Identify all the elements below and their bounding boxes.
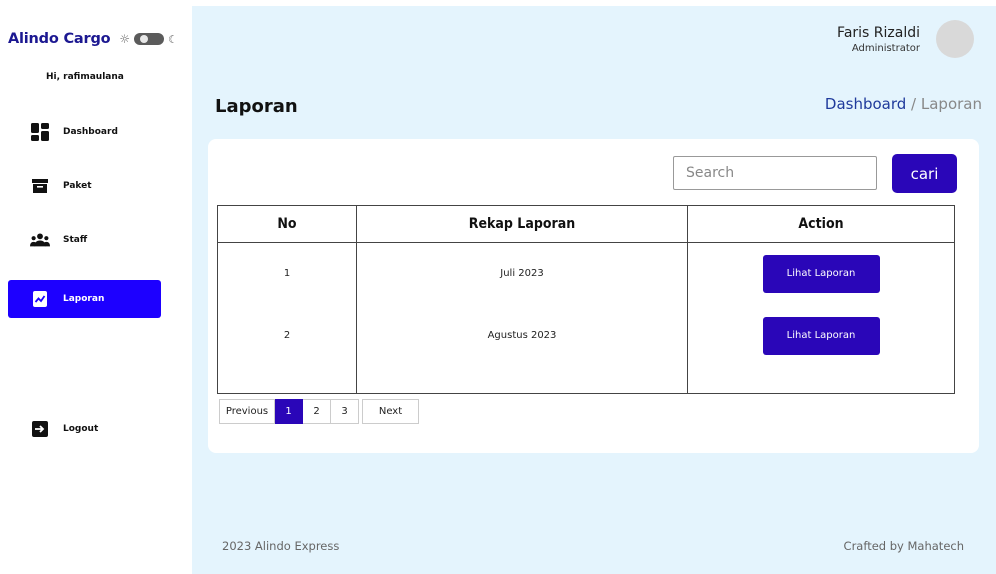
- sidebar-item-label: Dashboard: [63, 127, 118, 137]
- pagination-page-2[interactable]: 2: [303, 399, 331, 424]
- sidebar: Alindo Cargo ☼ ☾ Hi, rafimaulana Dashboa…: [0, 0, 192, 574]
- empty-cell: [217, 366, 357, 394]
- cell-action: Lihat Laporan: [687, 304, 955, 367]
- table-row: 2 Agustus 2023 Lihat Laporan: [217, 304, 955, 367]
- breadcrumb-current: Laporan: [920, 95, 982, 113]
- package-box-icon: [30, 176, 50, 196]
- sidebar-item-label: Laporan: [63, 294, 105, 304]
- moon-icon: ☾: [168, 32, 179, 46]
- sidebar-item-laporan[interactable]: Laporan: [8, 280, 161, 318]
- user-greeting: Hi, rafimaulana: [46, 72, 124, 82]
- pagination: Previous 1 2 3 Next: [219, 399, 419, 424]
- user-text: Faris Rizaldi Administrator: [837, 25, 920, 54]
- people-icon: [30, 230, 50, 250]
- sidebar-item-dashboard[interactable]: Dashboard: [8, 113, 161, 151]
- table-row: 1 Juli 2023 Lihat Laporan: [217, 242, 955, 305]
- cell-no: 2: [217, 304, 357, 367]
- sun-icon: ☼: [119, 32, 131, 46]
- column-header-no: No: [217, 205, 357, 243]
- sidebar-item-label: Staff: [63, 235, 88, 245]
- cell-no: 1: [217, 242, 357, 305]
- search-input[interactable]: [673, 156, 877, 190]
- report-card: cari No Rekap Laporan Action 1 Juli 2023…: [208, 139, 979, 453]
- report-chart-icon: [30, 289, 50, 309]
- theme-switch[interactable]: [134, 33, 165, 45]
- theme-toggle[interactable]: ☼ ☾: [119, 33, 178, 45]
- main-content: Faris Rizaldi Administrator Laporan Dash…: [192, 6, 996, 574]
- footer-credit: Crafted by Mahatech: [843, 539, 964, 553]
- cell-action: Lihat Laporan: [687, 242, 955, 305]
- switch-knob: [140, 35, 149, 43]
- empty-cell: [687, 366, 955, 394]
- logout-icon: [30, 419, 50, 439]
- view-report-button[interactable]: Lihat Laporan: [762, 254, 880, 293]
- avatar[interactable]: [936, 20, 974, 58]
- page-title: Laporan: [215, 96, 298, 117]
- pagination-page-3[interactable]: 3: [331, 399, 359, 424]
- table-header-row: No Rekap Laporan Action: [217, 205, 955, 243]
- user-profile[interactable]: Faris Rizaldi Administrator: [837, 20, 974, 58]
- column-header-rekap: Rekap Laporan: [356, 205, 688, 243]
- report-table: No Rekap Laporan Action 1 Juli 2023 Liha…: [217, 205, 955, 394]
- empty-cell: [356, 366, 688, 394]
- user-name: Faris Rizaldi: [837, 24, 920, 41]
- breadcrumb-separator: /: [906, 95, 921, 113]
- pagination-page-1[interactable]: 1: [275, 399, 303, 424]
- brand-name: Alindo Cargo: [8, 31, 111, 47]
- search-button[interactable]: cari: [892, 154, 957, 193]
- sidebar-item-staff[interactable]: Staff: [8, 221, 161, 259]
- footer-copyright: 2023 Alindo Express: [222, 539, 340, 553]
- pagination-previous-button[interactable]: Previous: [219, 399, 275, 424]
- logout-label: Logout: [63, 424, 99, 434]
- logout-button[interactable]: Logout: [8, 410, 161, 448]
- cell-rekap: Juli 2023: [356, 242, 688, 305]
- pagination-next-button[interactable]: Next: [362, 399, 419, 424]
- column-header-action: Action: [687, 205, 955, 243]
- sidebar-item-paket[interactable]: Paket: [8, 167, 161, 205]
- brand: Alindo Cargo ☼ ☾: [8, 31, 178, 47]
- breadcrumb-dashboard-link[interactable]: Dashboard: [825, 95, 906, 113]
- dashboard-icon: [30, 122, 50, 142]
- sidebar-item-label: Paket: [63, 181, 92, 191]
- breadcrumb: Dashboard / Laporan: [825, 95, 982, 113]
- user-role: Administrator: [851, 42, 920, 54]
- table-spacer-row: [217, 366, 955, 394]
- view-report-button[interactable]: Lihat Laporan: [762, 316, 880, 355]
- cell-rekap: Agustus 2023: [356, 304, 688, 367]
